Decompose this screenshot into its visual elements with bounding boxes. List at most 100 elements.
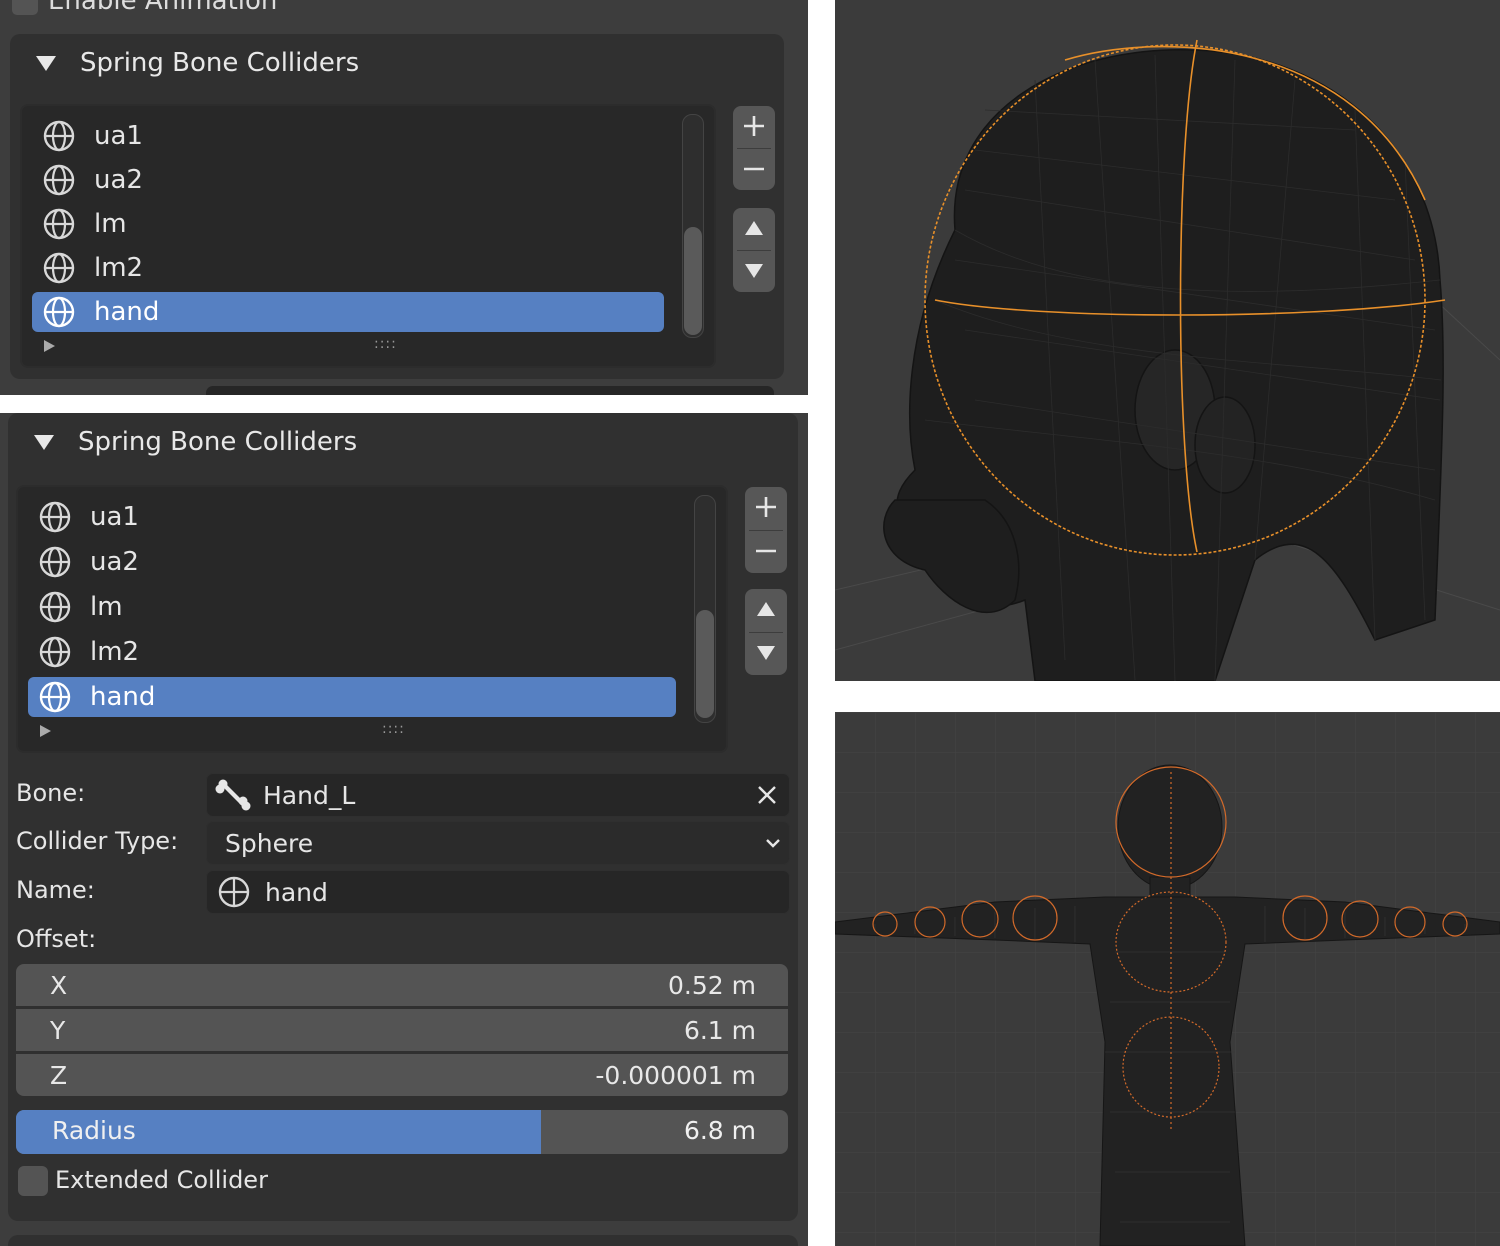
resize-grip[interactable]: :::: xyxy=(382,721,405,737)
offset-x-field[interactable]: X 0.52 m xyxy=(16,964,788,1006)
list-scrollbar[interactable] xyxy=(694,495,716,723)
name-field[interactable]: hand xyxy=(206,870,790,914)
expand-filter-icon[interactable] xyxy=(40,725,51,737)
globe-icon xyxy=(39,501,71,533)
close-icon[interactable] xyxy=(757,785,777,805)
radius-label: Radius xyxy=(52,1116,136,1145)
triangle-down-icon xyxy=(757,646,775,660)
viewport-full-body[interactable] xyxy=(835,712,1500,1246)
offset-y-value: 6.1 m xyxy=(683,1015,756,1045)
list-item-label: ua2 xyxy=(90,547,139,577)
scrollbar-thumb[interactable] xyxy=(684,227,702,335)
move-down-button[interactable] xyxy=(745,633,787,673)
globe-icon xyxy=(43,208,75,240)
extended-collider-label: Extended Collider xyxy=(55,1166,268,1194)
add-button[interactable] xyxy=(733,106,775,146)
collider-type-dropdown[interactable]: Sphere xyxy=(206,821,790,865)
list-item-label: lm xyxy=(90,592,123,622)
list-item-selected[interactable]: hand xyxy=(32,292,664,332)
move-down-button[interactable] xyxy=(733,251,775,291)
triangle-up-icon xyxy=(745,221,763,235)
globe-icon xyxy=(43,120,75,152)
resize-grip[interactable]: :::: xyxy=(374,336,397,352)
list-item[interactable]: lm2 xyxy=(32,248,664,288)
enable-animation-row[interactable]: Enable Animation xyxy=(12,0,277,16)
offset-y-axis: Y xyxy=(50,1015,66,1045)
triangle-down-icon xyxy=(745,264,763,278)
list-item-label: hand xyxy=(90,682,156,712)
globe-icon xyxy=(39,681,71,713)
section-header[interactable]: Spring Bone Colliders xyxy=(36,48,359,78)
collapse-arrow-icon[interactable] xyxy=(36,56,56,71)
collider-type-value: Sphere xyxy=(225,828,314,858)
collider-type-label: Collider Type: xyxy=(16,827,179,855)
offset-x-value: 0.52 m xyxy=(668,970,756,1000)
list-item[interactable]: ua1 xyxy=(28,497,676,537)
collapse-arrow-icon[interactable] xyxy=(34,435,54,450)
cut-off-field xyxy=(206,386,774,395)
remove-button[interactable] xyxy=(733,149,775,189)
enable-animation-label: Enable Animation xyxy=(48,0,278,16)
add-remove-buttons xyxy=(745,487,787,573)
list-item-label: hand xyxy=(94,297,160,327)
section-title: Spring Bone Colliders xyxy=(80,48,360,78)
scrollbar-thumb[interactable] xyxy=(696,610,714,718)
bone-value: Hand_L xyxy=(263,780,356,810)
plus-icon xyxy=(744,116,764,136)
bone-icon xyxy=(215,779,251,811)
bone-field[interactable]: Hand_L xyxy=(206,773,790,817)
list-item[interactable]: ua2 xyxy=(28,542,676,582)
globe-icon xyxy=(218,876,250,908)
add-remove-buttons xyxy=(733,106,775,190)
globe-icon xyxy=(39,636,71,668)
minus-icon xyxy=(756,549,776,553)
move-buttons xyxy=(745,589,787,675)
chevron-down-icon xyxy=(766,839,780,848)
move-up-button[interactable] xyxy=(733,208,775,248)
offset-z-value: -0.000001 m xyxy=(595,1060,756,1090)
list-item-label: lm xyxy=(94,209,127,239)
name-value: hand xyxy=(265,877,328,907)
list-item-label: lm2 xyxy=(90,637,140,667)
list-item-label: ua1 xyxy=(94,121,143,151)
offset-label: Offset: xyxy=(16,925,97,953)
section-header[interactable]: Spring Bone Colliders xyxy=(34,427,357,457)
radius-slider[interactable]: Radius 6.8 m xyxy=(16,1110,788,1154)
radius-value: 6.8 m xyxy=(683,1116,756,1145)
expand-filter-icon[interactable] xyxy=(44,340,55,352)
offset-z-axis: Z xyxy=(50,1060,68,1090)
collider-list: ua1 ua2 lm lm2 hand :::: xyxy=(16,485,728,753)
move-buttons xyxy=(733,208,775,292)
plus-icon xyxy=(756,497,776,517)
list-item-selected[interactable]: hand xyxy=(28,677,676,717)
list-item[interactable]: lm2 xyxy=(28,632,676,672)
enable-animation-checkbox[interactable] xyxy=(12,0,38,15)
remove-button[interactable] xyxy=(745,531,787,571)
globe-icon xyxy=(43,296,75,328)
offset-y-field[interactable]: Y 6.1 m xyxy=(16,1009,788,1051)
minus-icon xyxy=(744,167,764,171)
list-item[interactable]: lm xyxy=(32,204,664,244)
move-up-button[interactable] xyxy=(745,589,787,629)
globe-icon xyxy=(43,164,75,196)
name-label: Name: xyxy=(16,876,95,904)
globe-icon xyxy=(43,252,75,284)
offset-z-field[interactable]: Z -0.000001 m xyxy=(16,1054,788,1096)
add-button[interactable] xyxy=(745,487,787,527)
list-item[interactable]: ua2 xyxy=(32,160,664,200)
list-item-label: ua2 xyxy=(94,165,143,195)
offset-x-axis: X xyxy=(50,970,68,1000)
globe-icon xyxy=(39,546,71,578)
triangle-up-icon xyxy=(757,602,775,616)
list-scrollbar[interactable] xyxy=(682,114,704,338)
globe-icon xyxy=(39,591,71,623)
body-wireframe xyxy=(835,712,1500,1246)
list-item[interactable]: ua1 xyxy=(32,116,664,156)
bone-label: Bone: xyxy=(16,779,86,807)
properties-panel-bottom: Spring Bone Colliders ua1 ua2 lm lm2 han… xyxy=(0,413,808,1246)
extended-collider-checkbox[interactable] xyxy=(18,1166,48,1196)
collider-list: ua1 ua2 lm lm2 hand :::: xyxy=(20,104,716,368)
viewport-head-closeup[interactable] xyxy=(835,0,1500,681)
list-item[interactable]: lm xyxy=(28,587,676,627)
head-wireframe xyxy=(835,39,1500,681)
